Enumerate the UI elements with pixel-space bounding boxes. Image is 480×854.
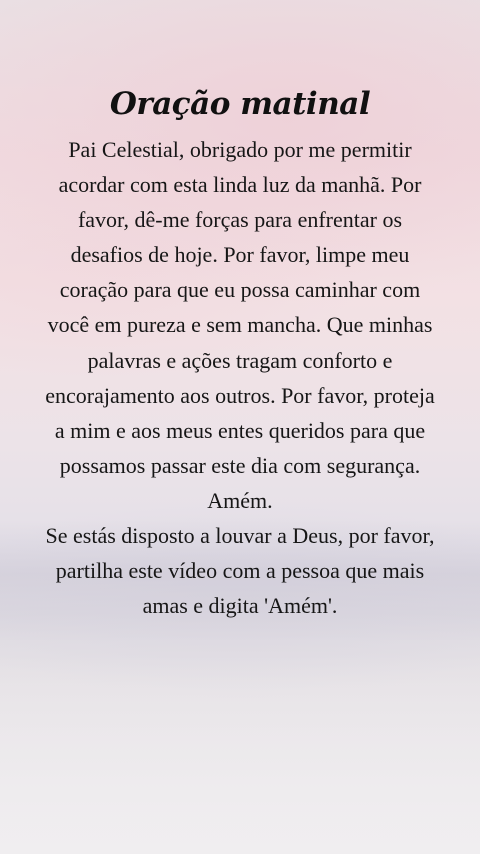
call-to-action-text: Se estás disposto a louvar a Deus, por f… [45,523,435,619]
prayer-text: Pai Celestial, obrigado por me permitir … [45,137,435,513]
page-title: Oração matinal [109,86,371,122]
prayer-card: Oração matinal Pai Celestial, obrigado p… [0,0,480,854]
